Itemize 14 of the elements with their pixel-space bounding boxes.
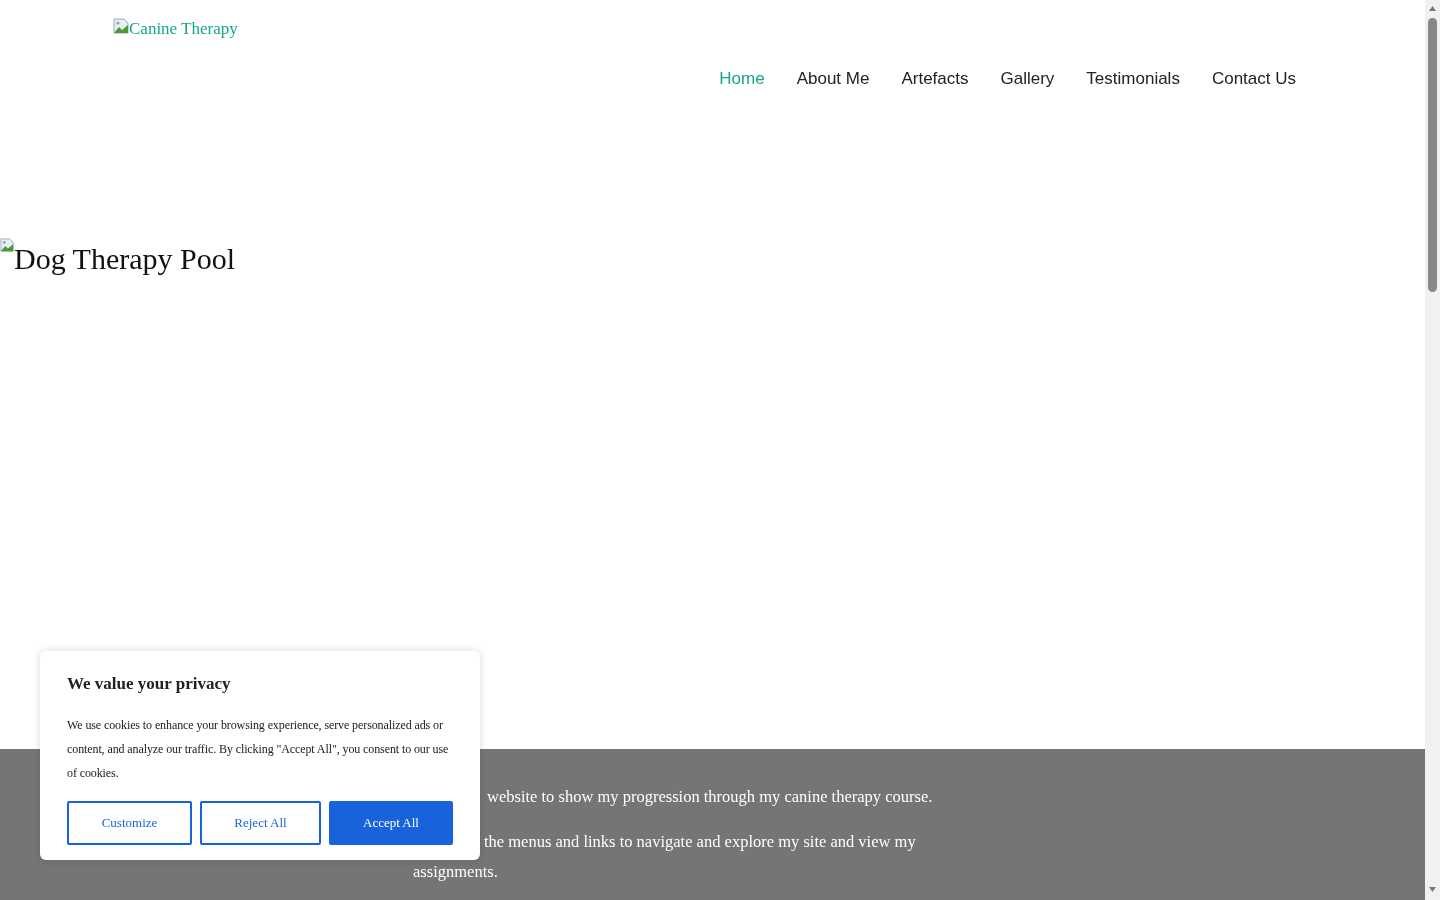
nav-link[interactable]: About Me — [796, 66, 870, 92]
nav-link[interactable]: Contact Us — [1211, 66, 1296, 92]
hero-image-alt-text: Dog Therapy Pool — [0, 238, 236, 274]
nav-link[interactable]: Testimonials — [1086, 66, 1180, 92]
intro-paragraph: website to show my progression through my canine therapy course. — [486, 786, 934, 808]
cookie-option-button[interactable]: Customize — [67, 800, 192, 845]
broken-image-icon — [113, 18, 129, 34]
cookie-text: We use cookies to enhance your browsing experience, serve personalized ads or content, and analyze our traffic. By clicking "Accept All", you consent to our use of cookies. — [67, 716, 450, 782]
nav-link[interactable]: Gallery — [1000, 66, 1055, 92]
broken-image-icon — [0, 238, 14, 252]
cookie-option-button[interactable]: Reject All — [200, 800, 321, 845]
nav-link[interactable]: Artefacts — [901, 66, 969, 92]
cookie-title: We value your privacy — [67, 673, 232, 695]
accept-button[interactable]: Accept All — [329, 800, 453, 845]
